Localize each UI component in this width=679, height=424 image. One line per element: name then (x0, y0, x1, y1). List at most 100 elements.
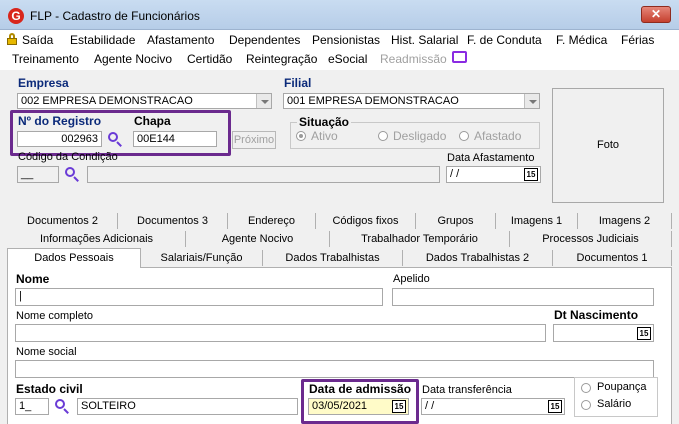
menu-saida[interactable]: Saída (22, 33, 53, 47)
search-icon[interactable] (108, 132, 122, 147)
situacao-afastado-label: Afastado (474, 129, 522, 143)
nome-social-label: Nome social (16, 346, 77, 358)
search-icon[interactable] (55, 399, 69, 414)
condicao-code-input[interactable]: __ (17, 166, 59, 183)
chevron-down-icon[interactable] (524, 94, 539, 108)
filial-value: 001 EMPRESA DEMONSTRACAO (287, 95, 459, 107)
window-title: FLP - Cadastro de Funcionários (30, 9, 200, 23)
estado-civil-code-input[interactable]: 1_ (15, 398, 49, 415)
menu-afastamento[interactable]: Afastamento (147, 33, 214, 47)
poupanca-radio[interactable] (581, 383, 591, 393)
situacao-afastado-radio[interactable] (459, 131, 469, 141)
situacao-ativo-radio[interactable] (296, 131, 306, 141)
nome-social-input[interactable] (15, 360, 654, 378)
registro-label: Nº do Registro (18, 114, 102, 128)
registro-input[interactable]: 002963 (17, 131, 102, 147)
tab-dados-trabalhistas[interactable]: Dados Trabalhistas (263, 250, 403, 266)
tab-documentos-1[interactable]: Documentos 1 (553, 250, 672, 266)
dt-nascimento-label: Dt Nascimento (554, 308, 639, 322)
tab-informacoes-adicionais[interactable]: Informações Adicionais (8, 231, 186, 247)
empresa-value: 002 EMPRESA DEMONSTRACAO (21, 95, 193, 107)
estado-civil-desc-value: SOLTEIRO (81, 400, 136, 412)
data-admissao-label: Data de admissão (309, 382, 412, 396)
tab-documentos-2[interactable]: Documentos 2 (8, 213, 118, 229)
apelido-label: Apelido (393, 273, 430, 285)
apelido-input[interactable] (392, 288, 654, 306)
estado-civil-label: Estado civil (16, 382, 83, 396)
dt-nascimento-input[interactable]: 15 (553, 324, 654, 342)
empresa-label: Empresa (18, 76, 69, 90)
tab-endereco[interactable]: Endereço (228, 213, 316, 229)
nome-value: | (19, 290, 22, 302)
calendar-icon[interactable]: 15 (548, 400, 562, 413)
calendar-icon[interactable]: 15 (637, 327, 651, 340)
tab-imagens-2[interactable]: Imagens 2 (578, 213, 672, 229)
data-transferencia-input[interactable]: / / 15 (421, 398, 565, 415)
estado-civil-code-value: 1_ (19, 400, 32, 412)
nome-label: Nome (16, 272, 50, 286)
salario-label: Salário (597, 398, 632, 410)
tab-codigos-fixos[interactable]: Códigos fixos (316, 213, 416, 229)
tab-processos-judiciais[interactable]: Processos Judiciais (510, 231, 672, 247)
menu-estabilidade[interactable]: Estabilidade (70, 33, 135, 47)
nome-input[interactable]: | (15, 288, 383, 306)
tab-agente-nocivo[interactable]: Agente Nocivo (186, 231, 330, 247)
tab-dados-trabalhistas-2[interactable]: Dados Trabalhistas 2 (403, 250, 553, 266)
situacao-label: Situação (297, 115, 352, 129)
menu-dependentes[interactable]: Dependentes (229, 33, 300, 47)
menu-pensionistas[interactable]: Pensionistas (312, 33, 380, 47)
data-transferencia-label: Data transferência (422, 384, 512, 396)
menu-treinamento[interactable]: Treinamento (12, 52, 79, 66)
chevron-down-icon[interactable] (256, 94, 271, 108)
condicao-desc-input[interactable] (87, 166, 440, 183)
foto-box[interactable]: Foto (552, 88, 664, 203)
menu-hist-salarial[interactable]: Hist. Salarial (391, 33, 458, 47)
menu-readmissao[interactable]: Readmissão (380, 52, 447, 66)
chapa-value: 00E144 (137, 133, 175, 145)
foto-label: Foto (596, 139, 619, 151)
menu-f-conduta[interactable]: F. de Conduta (467, 33, 542, 47)
data-admissao-input[interactable]: 03/05/2021 15 (308, 398, 409, 415)
filial-label: Filial (284, 76, 312, 90)
data-afastamento-label: Data Afastamento (447, 152, 535, 164)
situacao-desligado-radio[interactable] (378, 131, 388, 141)
poupanca-label: Poupança (597, 381, 647, 393)
menu-f-medica[interactable]: F. Médica (556, 33, 607, 47)
salario-radio[interactable] (581, 400, 591, 410)
tab-trabalhador-temporario[interactable]: Trabalhador Temporário (330, 231, 510, 247)
situacao-desligado-label: Desligado (393, 129, 447, 143)
proximo-button[interactable]: Próximo (232, 131, 276, 149)
menu-esocial[interactable]: eSocial (328, 52, 367, 66)
tab-documentos-3[interactable]: Documentos 3 (118, 213, 228, 229)
nome-completo-label: Nome completo (16, 310, 94, 322)
situacao-ativo-label: Ativo (311, 129, 338, 143)
nome-completo-input[interactable] (15, 324, 546, 342)
tab-dados-pessoais[interactable]: Dados Pessoais (7, 248, 141, 268)
data-transferencia-value: / / (425, 400, 435, 412)
menu-reintegracao[interactable]: Reintegração (246, 52, 317, 66)
calendar-icon[interactable]: 15 (524, 168, 538, 181)
data-afastamento-value: / / (450, 168, 460, 180)
chapa-input[interactable]: 00E144 (133, 131, 217, 147)
empresa-combo[interactable]: 002 EMPRESA DEMONSTRACAO (17, 93, 272, 109)
lock-icon (7, 33, 17, 45)
close-button[interactable]: ✕ (641, 6, 671, 23)
filial-combo[interactable]: 001 EMPRESA DEMONSTRACAO (283, 93, 540, 109)
chapa-label: Chapa (134, 114, 171, 128)
menu-agente-nocivo[interactable]: Agente Nocivo (94, 52, 172, 66)
app-logo-icon: G (8, 8, 24, 24)
estado-civil-desc-input[interactable]: SOLTEIRO (77, 398, 298, 415)
calendar-icon[interactable]: 15 (392, 400, 406, 413)
condicao-code-value: __ (21, 168, 34, 180)
chat-icon[interactable] (452, 51, 467, 63)
tab-salariais-funcao[interactable]: Salariais/Função (141, 250, 263, 266)
condicao-label: Código da Condição (18, 151, 118, 163)
search-icon[interactable] (65, 167, 79, 182)
menu-certidao[interactable]: Certidão (187, 52, 232, 66)
tab-imagens-1[interactable]: Imagens 1 (496, 213, 578, 229)
tab-grupos[interactable]: Grupos (416, 213, 496, 229)
title-bar: G FLP - Cadastro de Funcionários ✕ (0, 0, 679, 30)
registro-value: 002963 (61, 133, 98, 145)
data-afastamento-input[interactable]: / / 15 (446, 166, 541, 183)
menu-ferias[interactable]: Férias (621, 33, 654, 47)
